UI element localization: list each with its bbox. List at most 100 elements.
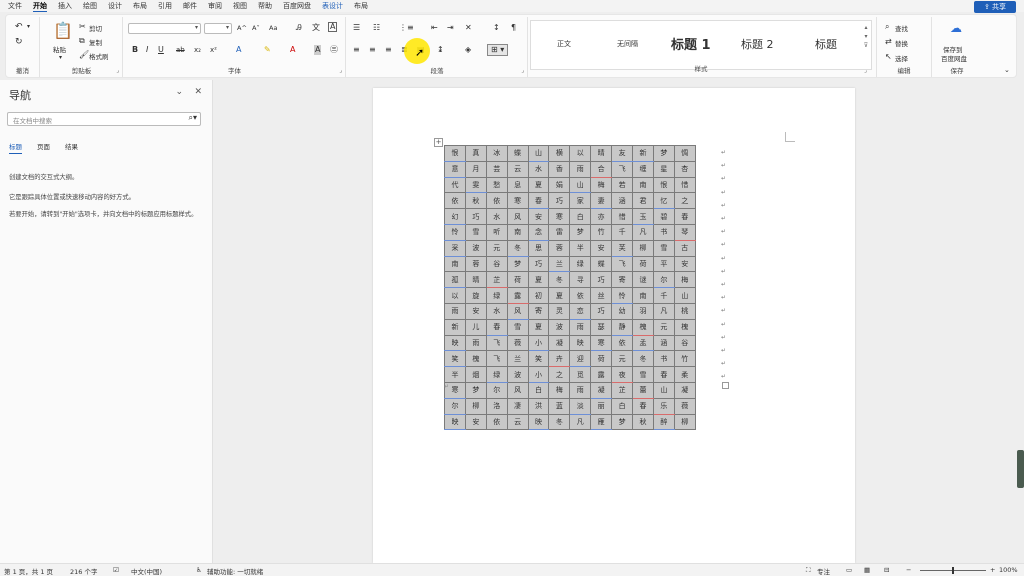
paste-icon[interactable]: 📋 xyxy=(53,23,73,39)
table-cell[interactable]: 巧 xyxy=(548,192,571,210)
table-cell[interactable]: 香 xyxy=(548,160,571,178)
table-cell[interactable]: 涵 xyxy=(611,192,634,210)
table-cell[interactable]: 梦 xyxy=(569,223,592,241)
table-cell[interactable]: 南 xyxy=(632,176,654,194)
table-cell[interactable]: 惆 xyxy=(673,145,696,162)
table-cell[interactable]: 冬 xyxy=(632,350,654,368)
table-cell[interactable]: 巧 xyxy=(464,208,487,225)
table-cell[interactable]: 笑 xyxy=(444,350,466,368)
table-cell[interactable]: 妻 xyxy=(590,192,613,210)
table-cell[interactable]: 南 xyxy=(444,255,466,273)
table-cell[interactable]: 波 xyxy=(464,239,487,257)
table-cell[interactable]: 凝 xyxy=(590,381,613,399)
table-cell[interactable]: 幻 xyxy=(444,208,466,225)
replace-icon[interactable]: ⇄ xyxy=(885,37,892,47)
clipboard-launcher-icon[interactable]: ⌟ xyxy=(116,67,119,74)
table-cell[interactable]: 雨 xyxy=(569,381,592,399)
focus-button[interactable]: 专注 xyxy=(817,566,830,576)
table-cell[interactable]: 芙 xyxy=(611,239,634,257)
table-cell[interactable]: 夏 xyxy=(527,271,550,289)
table-cell[interactable]: 儿 xyxy=(464,318,487,336)
table-cell[interactable]: 初 xyxy=(527,287,550,304)
table-cell[interactable]: 南 xyxy=(632,287,654,304)
table-cell[interactable]: 绿 xyxy=(485,287,508,304)
table-cell[interactable]: 新 xyxy=(632,145,654,162)
table-cell[interactable]: 梅 xyxy=(548,381,571,399)
table-cell[interactable]: 依 xyxy=(569,287,592,304)
chinese-layout-icon[interactable]: ✕ xyxy=(465,23,472,33)
table-cell[interactable]: 醉 xyxy=(652,413,675,431)
paragraph-launcher-icon[interactable]: ⌟ xyxy=(521,67,524,74)
table-cell[interactable]: 春 xyxy=(485,318,508,336)
table-cell[interactable]: 巧 xyxy=(590,271,613,289)
decrease-indent-icon[interactable]: ⇤ xyxy=(431,23,438,33)
table-cell[interactable]: 兰 xyxy=(506,350,529,368)
table-cell[interactable]: 云 xyxy=(506,160,529,178)
table-cell[interactable]: 梅 xyxy=(673,271,696,289)
table-cell[interactable]: 幼 xyxy=(611,302,634,320)
table-cell[interactable]: 乐 xyxy=(652,397,675,415)
table-cell[interactable]: 冬 xyxy=(548,271,571,289)
table-cell[interactable]: 尔 xyxy=(485,381,508,399)
table-cell[interactable]: 雁 xyxy=(590,413,613,431)
table-cell[interactable]: 洛 xyxy=(485,397,508,415)
table-cell[interactable]: 风 xyxy=(506,302,529,320)
table-cell[interactable]: 寄 xyxy=(527,302,550,320)
table-cell[interactable]: 秋 xyxy=(632,413,654,431)
table-cell[interactable]: 荷 xyxy=(590,350,613,368)
table-cell[interactable]: 芷 xyxy=(611,381,634,399)
menu-tab-10[interactable]: 帮助 xyxy=(258,1,272,11)
copy-icon[interactable]: ⧉ xyxy=(79,36,85,46)
shrink-font-button[interactable]: A˅ xyxy=(252,24,260,32)
table-cell[interactable]: 云 xyxy=(506,413,529,431)
shading-icon[interactable]: ◈ xyxy=(465,45,471,55)
select-button[interactable]: 选择 xyxy=(895,53,908,63)
redo-icon[interactable]: ↻ xyxy=(15,37,23,47)
table-cell[interactable]: 孤 xyxy=(444,271,466,289)
table-cell[interactable]: 怜 xyxy=(444,223,466,241)
table-cell[interactable]: 恨 xyxy=(652,176,675,194)
font-launcher-icon[interactable]: ⌟ xyxy=(339,67,342,74)
table-cell[interactable]: 蓉 xyxy=(548,239,571,257)
table-cell[interactable]: 映 xyxy=(444,334,466,352)
styles-scroll[interactable]: ▴ ▾ ⊽ xyxy=(862,23,870,50)
table-cell[interactable]: 冬 xyxy=(548,413,571,431)
table-cell[interactable]: 星 xyxy=(652,160,675,178)
table-cell[interactable]: 寒 xyxy=(506,192,529,210)
table-cell[interactable]: 映 xyxy=(444,413,466,431)
table-cell[interactable]: 真 xyxy=(464,145,487,162)
style-title[interactable]: 标题 xyxy=(815,36,837,52)
table-cell[interactable]: 听 xyxy=(485,223,508,241)
table-cell[interactable]: 风 xyxy=(506,208,529,225)
table-cell[interactable]: 安 xyxy=(590,239,613,257)
table-cell[interactable]: 卉 xyxy=(548,350,571,368)
table-cell[interactable]: 春 xyxy=(673,208,696,225)
table-cell[interactable]: 巧 xyxy=(527,255,550,273)
table-cell[interactable]: 芷 xyxy=(485,271,508,289)
table-cell[interactable]: 书 xyxy=(652,223,675,241)
table-cell[interactable]: 尔 xyxy=(652,271,675,289)
table-cell[interactable]: 山 xyxy=(652,381,675,399)
table-cell[interactable]: 安 xyxy=(527,208,550,225)
table-cell[interactable]: 琴 xyxy=(673,223,696,241)
table-cell[interactable]: 凝 xyxy=(673,381,696,399)
table-cell[interactable]: 谷 xyxy=(673,334,696,352)
table-cell[interactable]: 水 xyxy=(527,160,550,178)
style-normal[interactable]: 正文 xyxy=(557,39,571,49)
table-cell[interactable]: 依 xyxy=(611,334,634,352)
proofing-icon[interactable]: ☑ xyxy=(113,566,119,574)
table-cell[interactable]: 蕾 xyxy=(632,381,654,399)
menu-tab-13[interactable]: 布局 xyxy=(354,1,368,11)
change-case-button[interactable]: Aa xyxy=(269,24,277,32)
table-cell[interactable]: 以 xyxy=(569,145,592,162)
grow-font-button[interactable]: A^ xyxy=(237,24,247,32)
table-cell[interactable]: 柳 xyxy=(673,413,696,431)
table-cell[interactable]: 碧 xyxy=(652,208,675,225)
table-cell[interactable]: 杏 xyxy=(673,160,696,178)
style-heading-2[interactable]: 标题 2 xyxy=(741,36,774,52)
table-cell[interactable]: 飞 xyxy=(611,160,634,178)
table-cell[interactable]: 柔 xyxy=(673,366,696,383)
menu-tab-9[interactable]: 视图 xyxy=(233,1,247,11)
table-cell[interactable]: 槐 xyxy=(464,350,487,368)
align-right-icon[interactable]: ≡ xyxy=(385,45,392,55)
